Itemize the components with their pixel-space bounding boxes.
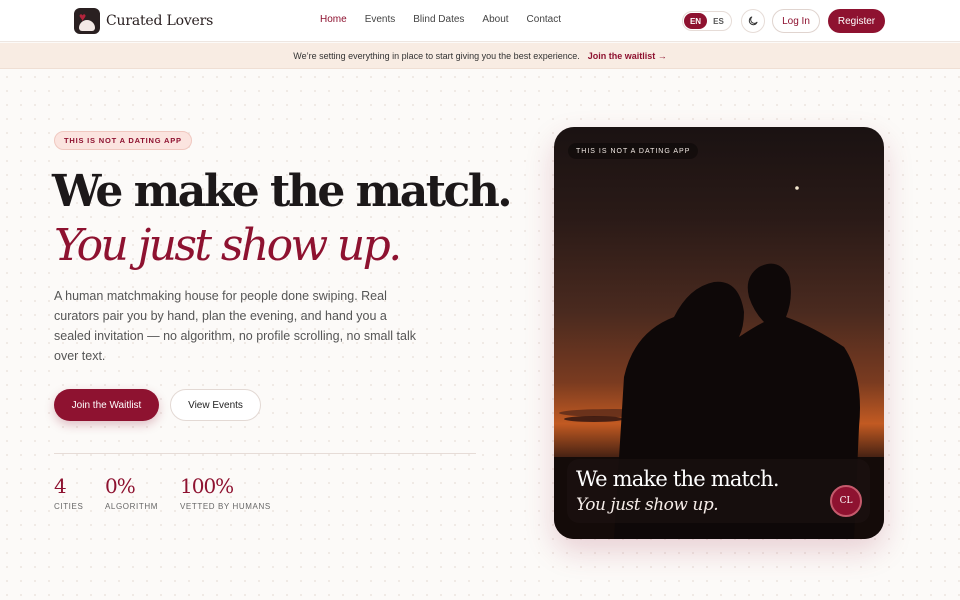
hero-title: We make the match. [52, 166, 513, 217]
stat-vetted: 100% VETTED BY HUMANS [180, 474, 271, 511]
theme-toggle-button[interactable] [741, 9, 765, 33]
avatar: CL [830, 485, 862, 517]
stat-label: ALGORITHM [105, 502, 158, 511]
language-switcher: EN ES [682, 11, 732, 31]
site-header: ♥ Curated Lovers Home Events Blind Dates… [0, 0, 960, 42]
register-button[interactable]: Register [828, 9, 885, 33]
hero-title-italic: You just show up. [54, 220, 402, 271]
nav-link-events[interactable]: Events [365, 14, 396, 25]
join-waitlist-button[interactable]: Join the Waitlist [54, 389, 159, 421]
main-nav: Home Events Blind Dates About Contact [320, 14, 561, 25]
banner-waitlist-link[interactable]: Join the waitlist → [588, 51, 667, 61]
nav-link-home[interactable]: Home [320, 14, 347, 25]
nav-link-about[interactable]: About [482, 14, 508, 25]
hero-image-card: THIS IS NOT A DATING APP We make the mat… [554, 127, 884, 539]
card-subtitle: You just show up. [576, 495, 719, 515]
brand[interactable]: ♥ Curated Lovers [74, 8, 213, 34]
nav-link-blind-dates[interactable]: Blind Dates [413, 14, 464, 25]
stat-cities: 4 CITIES [54, 474, 83, 511]
stat-value: 4 [54, 474, 67, 498]
hero-description: A human matchmaking house for people don… [54, 289, 416, 363]
moon-icon [748, 16, 758, 26]
view-events-button[interactable]: View Events [170, 389, 261, 421]
stat-label: CITIES [54, 502, 84, 511]
stat-algorithm: 0% ALGORITHM [105, 474, 158, 511]
language-option-es[interactable]: ES [707, 13, 730, 29]
stat-value: 100% [180, 474, 234, 498]
hero-badge: THIS IS NOT A DATING APP [54, 131, 192, 150]
logo-icon: ♥ [74, 8, 100, 34]
card-badge: THIS IS NOT A DATING APP [568, 143, 699, 159]
stat-label: VETTED BY HUMANS [180, 502, 271, 511]
card-title: We make the match. [576, 467, 780, 491]
login-button[interactable]: Log In [772, 9, 820, 33]
nav-link-contact[interactable]: Contact [527, 14, 561, 25]
stat-value: 0% [105, 474, 136, 498]
banner-text: We’re setting everything in place to sta… [293, 50, 580, 61]
language-option-en[interactable]: EN [684, 13, 707, 29]
brand-name: Curated Lovers [106, 13, 214, 29]
announcement-banner: We’re setting everything in place to sta… [0, 43, 960, 69]
divider [54, 453, 476, 454]
